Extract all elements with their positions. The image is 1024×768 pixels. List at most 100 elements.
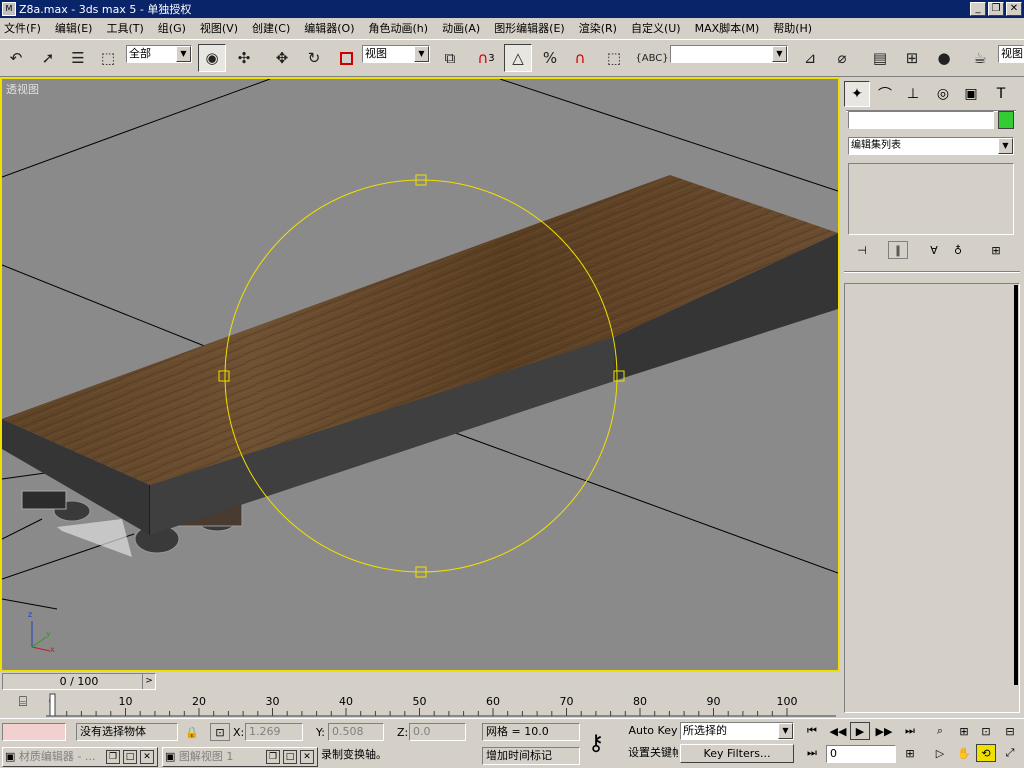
close-button[interactable]: ✕ xyxy=(300,750,314,764)
play-icon[interactable]: ▶ xyxy=(850,722,870,740)
auto-key-button[interactable]: Auto Key xyxy=(628,722,678,741)
open-mini-curve-editor-icon[interactable]: ⌸ xyxy=(12,694,34,714)
restore-button[interactable]: ❐ xyxy=(106,750,120,764)
pin-stack-icon[interactable]: ⊣ xyxy=(852,241,872,259)
named-selection-icon[interactable]: ⬚ xyxy=(600,44,628,72)
percent-snap-icon[interactable]: % xyxy=(536,44,564,72)
maxscript-listener[interactable] xyxy=(2,723,66,741)
zoom-extents-all-icon[interactable]: ⊟ xyxy=(1000,722,1020,740)
remove-modifier-icon[interactable]: ♁ xyxy=(948,241,968,259)
track-ruler[interactable]: 0102030405060708090100 xyxy=(46,692,836,718)
modifier-stack[interactable] xyxy=(848,163,1014,235)
selection-filter-dropdown[interactable]: 全部 ▼ xyxy=(126,45,192,63)
zoom-extents-icon[interactable]: ⊡ xyxy=(976,722,996,740)
track-bar[interactable]: ⌸ 0102030405060708090100 xyxy=(0,692,840,718)
close-button[interactable]: ✕ xyxy=(140,750,154,764)
menu-item[interactable]: 自定义(U) xyxy=(631,20,681,36)
edit-named-selection-icon[interactable]: {ABC} xyxy=(635,44,668,72)
chevron-right-icon[interactable]: > xyxy=(142,674,155,689)
restore-button[interactable]: ❐ xyxy=(266,750,280,764)
go-to-end-icon[interactable]: ⏭ xyxy=(900,722,920,740)
region-select-icon[interactable]: ⬚ xyxy=(94,44,122,72)
menu-item[interactable]: MAX脚本(M) xyxy=(695,20,760,36)
object-name-field[interactable] xyxy=(848,111,994,129)
undo-icon[interactable]: ↶ xyxy=(2,44,30,72)
minimize-button[interactable]: _ xyxy=(970,2,986,16)
utilities-icon[interactable]: T xyxy=(988,81,1014,107)
menu-item[interactable]: 角色动画(h) xyxy=(369,20,429,36)
named-selection-dropdown[interactable]: ▼ xyxy=(670,45,788,63)
pivot-center-icon[interactable]: ⧉ xyxy=(436,44,464,72)
z-coordinate-field[interactable]: 0.0 xyxy=(409,723,466,741)
modify-icon[interactable]: ⌒ xyxy=(872,81,898,107)
object-color-swatch[interactable] xyxy=(998,111,1014,129)
3ds-max-icon[interactable]: M xyxy=(2,2,16,16)
menu-item[interactable]: 动画(A) xyxy=(442,20,480,36)
set-key-icon[interactable]: ⚷ xyxy=(588,731,604,756)
maximize-viewport-icon[interactable]: ⤢ xyxy=(1000,744,1020,762)
perspective-viewport[interactable]: 透视图 z y x xyxy=(0,77,840,672)
viewport-label[interactable]: 透视图 xyxy=(6,81,39,97)
menu-item[interactable]: 组(G) xyxy=(158,20,186,36)
modifier-list-dropdown[interactable]: 编辑集列表 ▼ xyxy=(848,137,1014,155)
show-end-result-icon[interactable]: ∥ xyxy=(888,241,908,259)
arc-rotate-icon[interactable]: ⟲ xyxy=(976,744,996,762)
snap-3d-icon[interactable]: ∩ 3 xyxy=(472,44,500,72)
move-icon[interactable]: ✥ xyxy=(268,44,296,72)
current-frame-field[interactable]: 0 xyxy=(826,745,896,763)
y-coordinate-field[interactable]: 0.508 xyxy=(328,723,384,741)
window-crossing-icon[interactable]: ◉ xyxy=(198,44,226,72)
rotate-icon[interactable]: ↻ xyxy=(300,44,328,72)
motion-icon[interactable]: ◎ xyxy=(930,81,956,107)
go-to-start-icon[interactable]: ⏮ xyxy=(802,722,822,740)
align-icon[interactable]: ⌀ xyxy=(828,44,856,72)
material-editor-icon[interactable]: ● xyxy=(930,44,958,72)
make-unique-icon[interactable]: ∀ xyxy=(924,241,944,259)
configure-modifiers-icon[interactable]: ⊞ xyxy=(986,241,1006,259)
display-icon[interactable]: ▣ xyxy=(958,81,984,107)
menu-item[interactable]: 图形编辑器(E) xyxy=(494,20,565,36)
minimized-window[interactable]: ▣ 材质编辑器 - ... ❐ □ ✕ xyxy=(2,747,158,767)
close-button[interactable]: ✕ xyxy=(1006,2,1022,16)
spinner-snap-icon[interactable]: ∩ xyxy=(566,44,594,72)
panel-scrollbar[interactable] xyxy=(1014,285,1018,685)
render-type-dropdown[interactable]: 视图 xyxy=(998,45,1024,63)
maximize-button[interactable]: □ xyxy=(283,750,297,764)
render-scene-icon[interactable]: ☕ xyxy=(966,44,994,72)
key-mode-dropdown[interactable]: 所选择的 ▼ xyxy=(680,722,794,740)
create-icon[interactable]: ✦ xyxy=(844,81,870,107)
menu-item[interactable]: 编辑(E) xyxy=(55,20,93,36)
next-frame-icon[interactable]: ▶▶ xyxy=(874,722,894,740)
angle-snap-icon[interactable]: △ xyxy=(504,44,532,72)
mirror-icon[interactable]: ⊿ xyxy=(796,44,824,72)
ref-coord-dropdown[interactable]: 视图 ▼ xyxy=(362,45,430,63)
scale-icon[interactable] xyxy=(332,44,360,72)
menu-item[interactable]: 视图(V) xyxy=(200,20,238,36)
menu-item[interactable]: 渲染(R) xyxy=(579,20,617,36)
schematic-view-icon[interactable]: ⊞ xyxy=(898,44,926,72)
key-filters-button[interactable]: Key Filters... xyxy=(680,744,794,763)
field-of-view-icon[interactable]: ▷ xyxy=(930,744,950,762)
restore-button[interactable]: ❐ xyxy=(988,2,1004,16)
menu-item[interactable]: 编辑器(O) xyxy=(304,20,354,36)
hierarchy-icon[interactable]: ⊥ xyxy=(900,81,926,107)
menu-item[interactable]: 工具(T) xyxy=(106,20,143,36)
menu-item[interactable]: 帮助(H) xyxy=(773,20,812,36)
absolute-mode-icon[interactable]: ⊡ xyxy=(210,723,230,741)
menu-item[interactable]: 文件(F) xyxy=(4,20,41,36)
time-slider[interactable]: 0 / 100 > xyxy=(2,673,156,690)
key-mode-toggle-icon[interactable]: ⏭ xyxy=(802,744,822,762)
minimized-window[interactable]: ▣ 图解视图 1 ❐ □ ✕ xyxy=(162,747,318,767)
previous-frame-icon[interactable]: ◀◀ xyxy=(828,722,848,740)
zoom-icon[interactable]: ⌕ xyxy=(930,722,950,740)
track-view-icon[interactable]: ▤ xyxy=(866,44,894,72)
select-object-icon[interactable]: ➚ xyxy=(34,44,62,72)
zoom-all-icon[interactable]: ⊞ xyxy=(954,722,974,740)
maximize-button[interactable]: □ xyxy=(123,750,137,764)
x-coordinate-field[interactable]: 1.269 xyxy=(245,723,303,741)
add-time-tag[interactable]: 增加时间标记 xyxy=(482,747,580,765)
lock-icon[interactable]: 🔒 xyxy=(182,723,202,741)
time-configuration-icon[interactable]: ⊞ xyxy=(900,744,920,762)
select-manipulate-icon[interactable]: ✣ xyxy=(230,44,258,72)
pan-icon[interactable]: ✋ xyxy=(954,744,974,762)
